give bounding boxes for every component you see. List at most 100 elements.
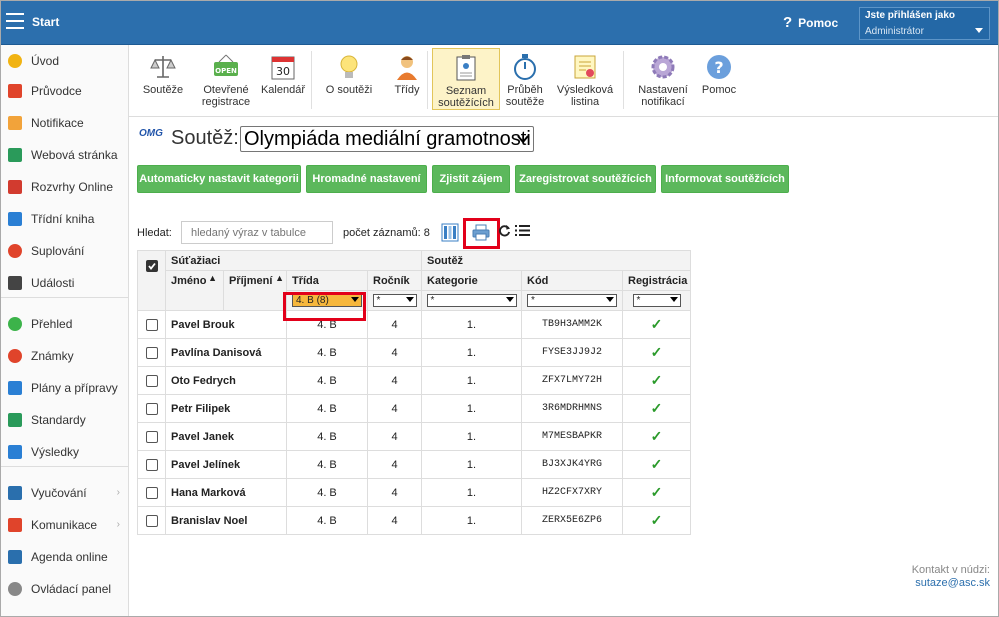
top-bar: Start ? Pomoc Jste přihlášen jako Adminis… [0, 0, 999, 45]
competition-select[interactable]: Olympiáda mediální gramotnosti [240, 126, 534, 152]
toolbar-item-4[interactable]: Třídy [385, 48, 429, 110]
sidebar-item-9[interactable]: Známky [0, 342, 128, 370]
sidebar-item-4[interactable]: Rozvrhy Online [0, 173, 128, 201]
col-year[interactable]: Ročník [367, 270, 422, 291]
table-row[interactable]: Pavlína Danisová 4. B 4 1. FYSE3JJ9J2 ✓ [137, 338, 691, 367]
sidebar-item-label: Webová stránka [31, 148, 118, 162]
toolbar-item-label: Pomoc [701, 84, 737, 96]
cell-value: 4. B [317, 458, 337, 471]
row-checkbox[interactable] [145, 346, 158, 359]
table-row[interactable]: Pavel Jelínek 4. B 4 1. BJ3XJK4YRG ✓ [137, 450, 691, 479]
sidebar-item-6[interactable]: Suplování [0, 237, 128, 265]
list-icon[interactable] [515, 224, 530, 237]
cell-value: HZ2CFX7XRY [541, 487, 602, 498]
filter-category-select[interactable]: * [426, 294, 517, 307]
substitution-icon [8, 244, 22, 258]
select-all-checkbox[interactable] [145, 260, 158, 273]
sidebar-item-0[interactable]: Úvod [0, 47, 128, 75]
cell-year: 4 [367, 506, 422, 535]
cell-class: 4. B [286, 394, 368, 423]
cell-name: Pavel Jelínek [165, 450, 287, 479]
sidebar-item-label: Agenda online [31, 550, 108, 564]
toolbar-item-9[interactable]: ? Pomoc [697, 48, 741, 110]
lightbulb-icon [335, 53, 363, 81]
columns-icon[interactable] [441, 223, 459, 242]
row-checkbox[interactable] [145, 514, 158, 527]
sidebar-item-1[interactable]: Průvodce [0, 77, 128, 105]
cell-value: 3R6MDRHMNS [541, 403, 602, 414]
sidebar-item-14[interactable]: Komunikace › [0, 511, 128, 539]
row-checkbox[interactable] [145, 318, 158, 331]
toolbar-item-0[interactable]: Soutěže [135, 48, 191, 110]
toolbar-item-5[interactable]: Seznam soutěžících [432, 48, 500, 110]
menu-icon[interactable] [6, 13, 24, 29]
help-button[interactable]: ? Pomoc [783, 14, 838, 31]
sort-up-icon: ▲ [275, 273, 284, 283]
row-checkbox[interactable] [145, 486, 158, 499]
cell-registered: ✓ [622, 506, 691, 535]
col-registration[interactable]: Registrácia [622, 270, 691, 291]
sidebar-item-label: Suplování [31, 244, 85, 258]
sidebar-item-3[interactable]: Webová stránka [0, 141, 128, 169]
table-row[interactable]: Branislav Noel 4. B 4 1. ZERX5E6ZP6 ✓ [137, 506, 691, 535]
sidebar-item-10[interactable]: Plány a přípravy [0, 374, 128, 402]
gear-icon [649, 53, 677, 81]
chevron-down-icon [505, 297, 514, 302]
cell-code: 3R6MDRHMNS [521, 394, 623, 423]
row-checkbox[interactable] [145, 402, 158, 415]
check-icon: ✓ [650, 344, 663, 360]
check-icon: ✓ [650, 512, 663, 528]
sidebar-item-7[interactable]: Události [0, 269, 128, 297]
filter-registration-select[interactable]: * [632, 294, 681, 307]
row-checkbox[interactable] [145, 458, 158, 471]
check-icon: ✓ [650, 400, 663, 416]
toolbar-item-3[interactable]: O soutěži [319, 48, 379, 110]
check-circle-icon [8, 317, 22, 331]
toolbar-item-6[interactable]: Průběh soutěže [499, 48, 551, 110]
sidebar-item-8[interactable]: Přehled [0, 310, 128, 338]
auto-category-button[interactable]: Automaticky nastavit kategorii [137, 165, 301, 193]
col-code[interactable]: Kód [521, 270, 623, 291]
sidebar-item-2[interactable]: Notifikace [0, 109, 128, 137]
table-row[interactable]: Hana Marková 4. B 4 1. HZ2CFX7XRY ✓ [137, 478, 691, 507]
filter-year-select[interactable]: * [372, 294, 417, 307]
table-row[interactable]: Oto Fedrych 4. B 4 1. ZFX7LMY72H ✓ [137, 366, 691, 395]
register-button[interactable]: Zaregistrovat soutěžících [515, 165, 656, 193]
inform-button[interactable]: Informovat soutěžících [661, 165, 789, 193]
sidebar-item-16[interactable]: Ovládací panel [0, 575, 128, 603]
sidebar-item-12[interactable]: Výsledky [0, 438, 128, 466]
col-class[interactable]: Třída [286, 270, 368, 291]
row-checkbox[interactable] [145, 374, 158, 387]
toolbar-item-2[interactable]: 30 Kalendář [257, 48, 309, 110]
chevron-right-icon: › [116, 487, 120, 498]
sidebar-item-11[interactable]: Standardy [0, 406, 128, 434]
module-toolbar: Soutěže OPEN Otevřené registrace 30 Kalendář… [129, 45, 999, 117]
table-row[interactable]: Pavel Brouk 4. B 4 1. TB9H3AMM2K ✓ [137, 310, 691, 339]
search-input[interactable] [181, 221, 333, 244]
sidebar-item-13[interactable]: Vyučování › [0, 479, 128, 507]
toolbar-item-7[interactable]: Výsledková listina [554, 48, 616, 110]
col-first-name[interactable]: Jméno ▲ [165, 270, 224, 311]
toolbar-item-1[interactable]: OPEN Otevřené registrace [197, 48, 255, 110]
col-last-name[interactable]: Příjmení ▲ [223, 270, 287, 311]
sidebar-item-5[interactable]: Třídní kniha [0, 205, 128, 233]
filter-code-cell: * [521, 290, 623, 311]
contact-email[interactable]: sutaze@asc.sk [912, 577, 990, 590]
sidebar-item-15[interactable]: Agenda online [0, 543, 128, 571]
app-title[interactable]: Start [32, 15, 59, 29]
bulk-settings-button[interactable]: Hromadné nastavení [306, 165, 427, 193]
row-checkbox[interactable] [145, 430, 158, 443]
cell-value: 4. B [317, 486, 337, 499]
find-interest-button[interactable]: Zjistit zájem [432, 165, 510, 193]
table-row[interactable]: Pavel Janek 4. B 4 1. M7MESBAPKR ✓ [137, 422, 691, 451]
toolbar-item-8[interactable]: Nastavení notifikací [632, 48, 694, 110]
chevron-down-icon [669, 297, 678, 302]
refresh-icon[interactable] [498, 224, 511, 237]
user-menu[interactable]: Jste přihlášen jako Administrátor [859, 7, 990, 40]
toolbar-separator [427, 51, 428, 109]
col-category[interactable]: Kategorie [421, 270, 522, 291]
filter-code-select[interactable]: * [527, 294, 617, 307]
table-row[interactable]: Petr Filipek 4. B 4 1. 3R6MDRHMNS ✓ [137, 394, 691, 423]
filter-category-cell: * [421, 290, 522, 311]
cell-registered: ✓ [622, 422, 691, 451]
